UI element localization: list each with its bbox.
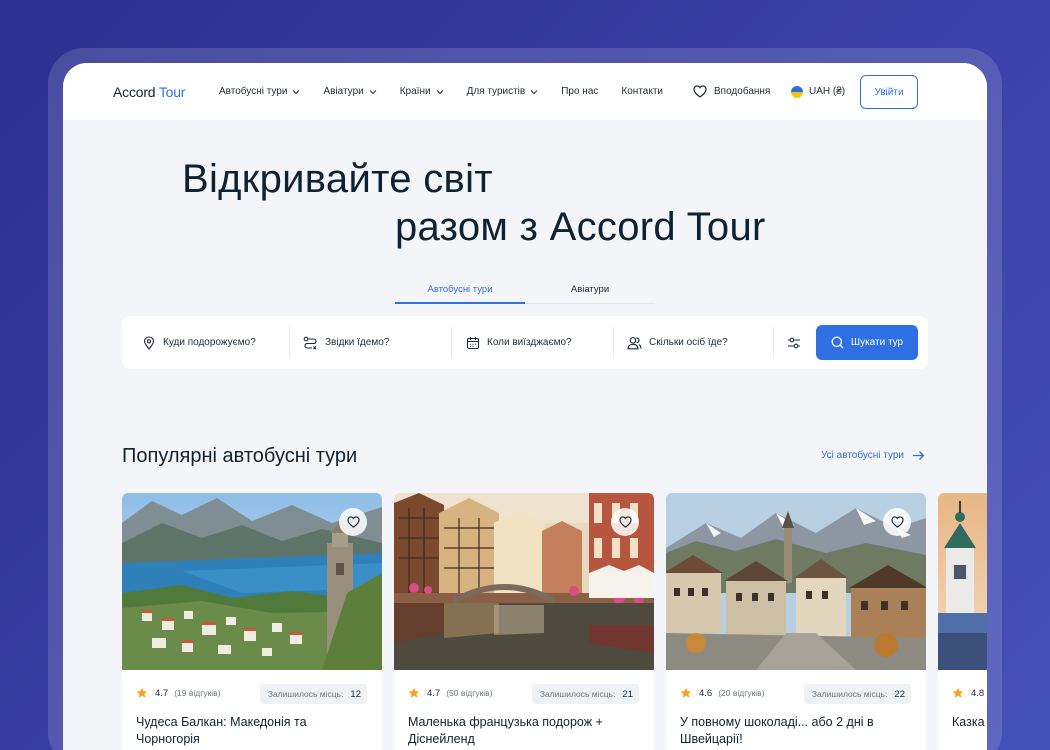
search-icon (831, 336, 844, 349)
chevron-down-icon (436, 89, 443, 94)
date-placeholder: Коли виїзджаємо? (487, 337, 572, 348)
rating: 4.8 (952, 687, 984, 699)
nav-avia-tours[interactable]: Авіатури (323, 86, 377, 97)
seats-count: 12 (350, 688, 361, 700)
tour-card[interactable]: 4.8 Казка та Ві (938, 493, 987, 750)
nav-for-tourists[interactable]: Для туристів (467, 86, 539, 97)
seats-badge: Залишилось місць: 22 (803, 684, 911, 704)
seats-count: 22 (894, 688, 905, 700)
search-bar: Куди подорожуємо? Звідки їдемо? Коли виї… (122, 316, 928, 369)
heart-icon (890, 516, 904, 528)
currency-selector[interactable]: UAH (₴) (791, 63, 845, 120)
destination-field[interactable]: Куди подорожуємо? (142, 316, 256, 369)
tour-card[interactable]: 4.7 (50 відгуків) Залишилось місць: 21 М… (394, 493, 654, 750)
nav-contacts[interactable]: Контакти (621, 86, 663, 97)
rating-value: 4.7 (155, 687, 169, 699)
users-icon (627, 336, 642, 349)
chevron-down-icon (369, 89, 377, 94)
star-icon (680, 687, 692, 698)
origin-field[interactable]: Звідки їдемо? (303, 316, 389, 369)
section-title: Популярні автобусні тури (122, 445, 358, 467)
tour-title: Казка та Ві (952, 715, 987, 729)
hero-title-line2: разом з Accord Tour (395, 205, 766, 249)
nav-about[interactable]: Про нас (561, 86, 598, 97)
rating-value: 4.6 (699, 687, 713, 699)
tab-avia-tours[interactable]: Авіатури (525, 284, 655, 304)
tour-card[interactable]: 4.6 (20 відгуків) Залишилось місць: 22 У… (666, 493, 926, 750)
favorite-button[interactable] (611, 508, 639, 536)
divider (289, 327, 290, 358)
nav-countries[interactable]: Країни (400, 86, 444, 97)
logo-accent: Tour (158, 84, 186, 100)
search-tabs: Автобусні тури Авіатури (395, 284, 655, 304)
chevron-down-icon (530, 89, 538, 94)
chevron-down-icon (293, 89, 300, 94)
heart-icon (618, 516, 632, 528)
favorites-label: Вподобання (714, 86, 771, 97)
tour-card[interactable]: 4.7 (19 відгуків) Залишилось місць: 12 Ч… (122, 493, 382, 750)
logo[interactable]: Accord Tour (113, 84, 185, 100)
search-button[interactable]: Шукати тур (816, 325, 918, 360)
nav-label: Автобусні тури (219, 86, 288, 97)
seats-label: Залишилось місць: (811, 689, 888, 699)
site-header: Accord Tour Автобусні тури Авіатури Краї… (63, 63, 987, 120)
tour-image (938, 493, 987, 670)
star-icon (136, 687, 148, 698)
browser-window: Accord Tour Автобусні тури Авіатури Краї… (63, 63, 987, 750)
star-icon (952, 687, 964, 698)
search-button-label: Шукати тур (850, 337, 904, 348)
main-nav: Автобусні тури Авіатури Країни Для турис… (219, 63, 686, 120)
origin-placeholder: Звідки їдемо? (325, 337, 390, 348)
route-icon (303, 336, 317, 349)
nav-label: Контакти (621, 86, 663, 97)
tab-bus-tours[interactable]: Автобусні тури (395, 284, 525, 304)
rating-value: 4.8 (971, 687, 985, 699)
calendar-icon (466, 336, 480, 349)
login-button[interactable]: Увійти (860, 75, 918, 109)
nav-label: Для туристів (466, 86, 526, 97)
divider (773, 327, 774, 358)
seats-label: Залишилось місць: (539, 689, 616, 699)
arrow-right-icon (913, 451, 925, 460)
reviews-count: (20 відгуків) (718, 688, 765, 698)
seats-count: 21 (622, 688, 633, 700)
reviews-count: (19 відгуків) (174, 688, 221, 698)
tour-title: Маленька французька подорож + Діснейленд (408, 715, 603, 746)
divider (451, 327, 452, 358)
seats-label: Залишилось місць: (267, 689, 344, 699)
seats-badge: Залишилось місць: 12 (259, 684, 367, 704)
currency-label: UAH (₴) (809, 86, 846, 97)
favorite-button[interactable] (339, 508, 367, 536)
people-field[interactable]: Скільки осіб їде? (627, 316, 728, 369)
nav-bus-tours[interactable]: Автобусні тури (219, 86, 300, 97)
hero-title-line1: Відкривайте світ (182, 157, 493, 201)
favorite-button[interactable] (883, 508, 911, 536)
heart-icon (693, 85, 707, 98)
tour-title: Чудеса Балкан: Македонія та Чорногорія (136, 715, 307, 746)
favorites-link[interactable]: Вподобання (693, 63, 770, 120)
destination-placeholder: Куди подорожуємо? (163, 337, 256, 348)
nav-label: Країни (399, 86, 431, 97)
people-placeholder: Скільки осіб їде? (649, 337, 728, 348)
rating: 4.7 (19 відгуків) (136, 687, 221, 699)
heart-icon (346, 516, 360, 528)
tour-title: У повному шоколаді... або 2 дні в Швейца… (680, 715, 874, 746)
rating: 4.7 (50 відгуків) (408, 687, 493, 699)
nav-label: Про нас (561, 86, 599, 97)
seats-badge: Залишилось місць: 21 (531, 684, 639, 704)
all-link-label: Усі автобусні тури (821, 450, 905, 461)
date-field[interactable]: Коли виїзджаємо? (466, 316, 572, 369)
filter-icon[interactable] (784, 333, 804, 353)
logo-main: Accord (113, 84, 156, 100)
all-bus-tours-link[interactable]: Усі автобусні тури (821, 450, 925, 461)
reviews-count: (50 відгуків) (446, 688, 493, 698)
nav-label: Авіатури (323, 86, 364, 97)
star-icon (408, 687, 420, 698)
divider (613, 327, 614, 358)
ukraine-flag-icon (791, 85, 803, 98)
rating: 4.6 (20 відгуків) (680, 687, 765, 699)
rating-value: 4.7 (427, 687, 441, 699)
location-pin-icon (143, 335, 155, 350)
